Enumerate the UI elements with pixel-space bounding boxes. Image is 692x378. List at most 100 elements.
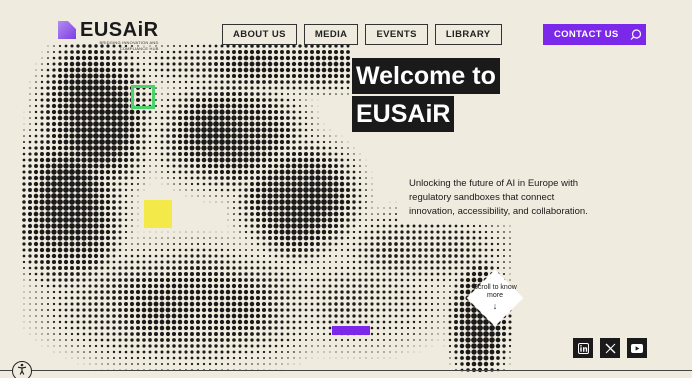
x-link[interactable] [600,338,620,358]
halftone-dot [285,169,291,175]
halftone-dot [69,133,75,139]
halftone-dot [29,333,31,335]
halftone-dot [459,337,465,343]
halftone-dot [370,248,374,252]
halftone-dot [413,345,415,347]
halftone-dot [364,284,368,288]
halftone-dot [285,235,291,241]
halftone-dot [160,134,164,138]
halftone-dot [273,61,279,67]
halftone-dot [130,260,134,264]
logo[interactable]: EUSAiR BRIDGING INNOVATION AND COMPLIANC… [58,20,159,51]
halftone-dot [233,231,235,233]
halftone-dot [136,266,140,270]
halftone-dot [291,67,297,73]
halftone-dot [328,86,332,90]
halftone-dot [273,187,279,193]
halftone-dot [226,248,230,252]
halftone-dot [509,249,511,251]
halftone-dot [148,356,152,360]
halftone-dot [267,73,273,79]
halftone-dot [478,248,482,252]
halftone-dot [232,92,236,96]
halftone-dot [100,344,104,348]
halftone-dot [454,356,458,360]
halftone-dot [346,188,350,192]
halftone-dot [93,229,99,235]
halftone-dot [47,345,49,347]
halftone-dot [137,195,139,197]
halftone-dot [111,169,117,175]
halftone-dot [298,314,302,318]
halftone-dot [57,211,63,217]
halftone-dot [81,217,87,223]
halftone-dot [148,68,152,72]
halftone-dot [64,272,68,276]
halftone-dot [166,272,170,276]
halftone-dot [166,68,170,72]
halftone-dot [317,135,319,137]
youtube-link[interactable] [627,338,647,358]
halftone-dot [286,254,290,258]
nav-library[interactable]: LIBRARY [434,24,502,45]
halftone-dot [219,301,225,307]
halftone-dot [81,55,87,61]
halftone-dot [370,224,374,228]
halftone-dot [118,290,122,294]
halftone-dot [100,278,104,282]
halftone-dot [358,242,362,246]
halftone-dot [244,260,248,264]
halftone-dot [171,277,177,283]
halftone-dot [100,320,104,324]
halftone-dot [346,272,350,276]
nav-about-us[interactable]: ABOUT US [222,24,297,45]
halftone-dot [478,260,482,264]
halftone-dot [400,260,404,264]
halftone-dot [51,109,57,115]
halftone-dot [315,157,321,163]
contact-us-button[interactable]: CONTACT US [543,24,630,45]
halftone-dot [365,357,367,359]
halftone-dot [394,332,398,336]
halftone-dot [238,338,242,342]
halftone-dot [465,343,471,349]
halftone-dot [377,357,379,359]
halftone-dot [172,344,176,348]
scroll-to-know-more-button[interactable]: Scroll to know more ↓ [466,269,524,327]
halftone-dot [502,350,506,354]
halftone-dot [40,278,44,282]
halftone-dot [154,254,158,258]
halftone-dot [279,115,285,121]
halftone-dot [165,307,171,313]
halftone-dot [424,314,428,318]
halftone-dot [57,163,63,169]
halftone-dot [285,163,291,169]
halftone-dot [106,350,110,354]
halftone-dot [317,129,319,131]
search-button[interactable] [625,24,646,45]
linkedin-link[interactable] [573,338,593,358]
halftone-dot [335,345,337,347]
halftone-dot [436,260,440,264]
nav-media[interactable]: MEDIA [303,24,359,45]
halftone-dot [239,237,241,239]
accessibility-button[interactable] [12,361,32,378]
halftone-dot [130,50,134,54]
halftone-dot [333,61,339,67]
halftone-dot [112,200,116,204]
halftone-dot [250,332,254,336]
halftone-dot [298,134,302,138]
halftone-dot [448,326,452,330]
halftone-dot [310,332,314,336]
halftone-dot [112,284,116,288]
halftone-dot [69,115,75,121]
halftone-dot [131,219,133,221]
halftone-dot [195,301,201,307]
halftone-dot [316,272,320,276]
halftone-dot [203,195,205,197]
halftone-dot [111,73,117,79]
nav-events[interactable]: EVENTS [365,24,428,45]
halftone-dot [297,169,303,175]
halftone-dot [227,219,229,221]
halftone-dot [196,362,200,366]
